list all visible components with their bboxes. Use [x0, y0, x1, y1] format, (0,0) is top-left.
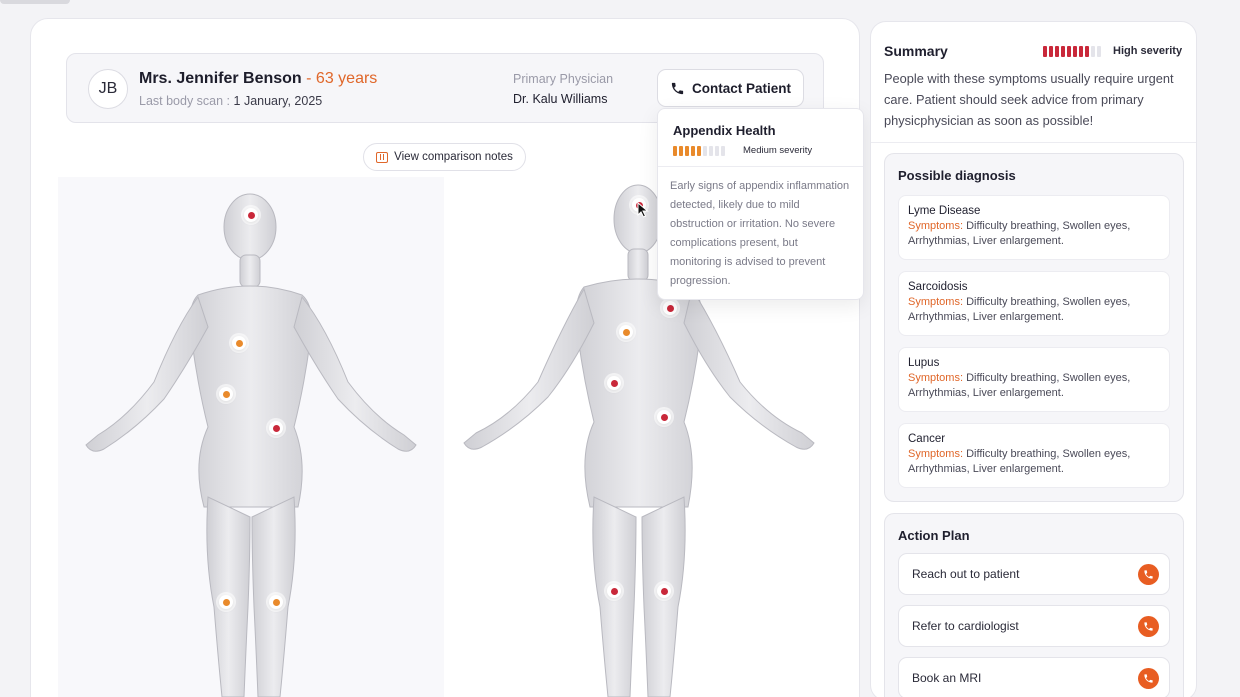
symptom-marker-abdomen[interactable] [269, 421, 283, 435]
action-plan-item[interactable]: Refer to cardiologist [898, 605, 1170, 647]
severity-bar [1091, 45, 1095, 57]
diagnosis-item[interactable]: Cancer Symptoms: Difficulty breathing, Sw… [898, 423, 1170, 488]
severity-meter [673, 145, 725, 156]
severity-bar [721, 145, 725, 156]
severity-bar [685, 145, 689, 156]
action-plan-label: Refer to cardiologist [912, 619, 1019, 633]
tooltip-header: Appendix Health Medium severity [658, 109, 863, 167]
severity-label: Medium severity [743, 145, 813, 156]
phone-icon [1144, 622, 1153, 631]
action-plan-title: Action Plan [898, 528, 970, 543]
patient-name: Mrs. Jennifer Benson - 63 years [139, 70, 377, 88]
severity-bar [1049, 45, 1053, 57]
symptoms-label: Symptoms: [908, 220, 967, 232]
severity-label: High severity [1113, 45, 1183, 57]
phone-icon [1144, 570, 1153, 579]
symptom-marker-knee-left[interactable] [657, 584, 671, 598]
tooltip-title: Appendix Health [673, 123, 776, 138]
severity-bar [697, 145, 701, 156]
diagnosis-name: Cancer [908, 433, 946, 445]
summary-severity: High severity [1043, 45, 1182, 57]
diagnosis-item[interactable]: Sarcoidosis Symptoms: Difficulty breathin… [898, 271, 1170, 336]
patient-age: - 63 years [301, 70, 378, 87]
phone-icon [671, 82, 684, 94]
action-plan-label: Reach out to patient [912, 567, 1020, 581]
severity-bar [715, 145, 719, 156]
diagnosis-symptoms: Symptoms: Difficulty breathing, Swollen … [908, 295, 1160, 325]
tooltip-severity: Medium severity [673, 145, 848, 156]
severity-bar [1073, 45, 1077, 57]
appendix-health-tooltip: Appendix Health Medium severity Early si… [657, 108, 864, 300]
symptom-marker-knee-right[interactable] [219, 595, 233, 609]
view-comparison-notes-button[interactable]: View comparison notes [363, 143, 526, 171]
symptom-marker-stomach[interactable] [219, 387, 233, 401]
last-scan-label: Last body scan : [139, 94, 234, 108]
divider [871, 142, 1196, 143]
severity-bar [1067, 45, 1071, 57]
symptom-marker-stomach[interactable] [607, 376, 621, 390]
action-plan-item[interactable]: Book an MRI [898, 657, 1170, 697]
action-plan-label: Book an MRI [912, 671, 982, 685]
symptoms-label: Symptoms: [908, 296, 967, 308]
physician-name: Dr. Kalu Williams [513, 92, 608, 106]
compare-icon [376, 151, 389, 163]
symptom-marker-shoulder[interactable] [663, 301, 677, 315]
severity-bar [709, 145, 713, 156]
contact-patient-button[interactable]: Contact Patient [657, 69, 804, 107]
diagnosis-name: Lupus [908, 357, 940, 369]
symptoms-label: Symptoms: [908, 372, 967, 384]
symptoms-label: Symptoms: [908, 448, 967, 460]
diagnosis-symptoms: Symptoms: Difficulty breathing, Swollen … [908, 371, 1160, 401]
last-scan: Last body scan : 1 January, 2025 [139, 94, 322, 108]
view-comparison-notes-label: View comparison notes [394, 151, 513, 163]
severity-bar [1055, 45, 1059, 57]
symptom-marker-head[interactable] [244, 208, 258, 222]
diagnosis-item[interactable]: Lyme Disease Symptoms: Difficulty breathi… [898, 195, 1170, 260]
severity-bar [1097, 45, 1101, 57]
call-button[interactable] [1138, 668, 1159, 689]
physician-label: Primary Physician [513, 72, 614, 86]
tooltip-body: Early signs of appendix inflammation det… [670, 180, 850, 287]
symptom-marker-chest[interactable] [619, 325, 633, 339]
severity-bar [673, 145, 677, 156]
patient-name-text: Mrs. Jennifer Benson [139, 70, 302, 87]
action-plan-item[interactable]: Reach out to patient [898, 553, 1170, 595]
phone-icon [1144, 674, 1153, 683]
diagnosis-symptoms: Symptoms: Difficulty breathing, Swollen … [908, 219, 1160, 249]
body-model-front[interactable] [58, 177, 444, 697]
symptom-marker-chest[interactable] [232, 336, 246, 350]
contact-patient-label: Contact Patient [691, 80, 791, 96]
severity-bar [1079, 45, 1083, 57]
severity-bar [1061, 45, 1065, 57]
call-button[interactable] [1138, 616, 1159, 637]
severity-bar [1043, 45, 1047, 57]
summary-text: People with these symptoms usually requi… [884, 71, 1174, 128]
symptom-marker-abdomen[interactable] [657, 410, 671, 424]
call-button[interactable] [1138, 564, 1159, 585]
possible-diagnosis-title: Possible diagnosis [898, 168, 1016, 183]
diagnosis-item[interactable]: Lupus Symptoms: Difficulty breathing, Swo… [898, 347, 1170, 412]
window-tab-stub [0, 0, 70, 4]
summary-title: Summary [884, 43, 948, 59]
body-figure [85, 193, 417, 697]
severity-meter [1043, 45, 1101, 57]
diagnosis-name: Sarcoidosis [908, 281, 968, 293]
diagnosis-symptoms: Symptoms: Difficulty breathing, Swollen … [908, 447, 1160, 477]
mouse-cursor-icon [637, 202, 649, 218]
symptom-marker-knee-right[interactable] [607, 584, 621, 598]
severity-bar [679, 145, 683, 156]
last-scan-date: 1 January, 2025 [233, 94, 323, 108]
symptom-marker-knee-left[interactable] [269, 595, 283, 609]
severity-bar [1085, 45, 1089, 57]
severity-bar [691, 145, 695, 156]
avatar: JB [88, 69, 128, 109]
severity-bar [703, 145, 707, 156]
diagnosis-name: Lyme Disease [908, 205, 981, 217]
